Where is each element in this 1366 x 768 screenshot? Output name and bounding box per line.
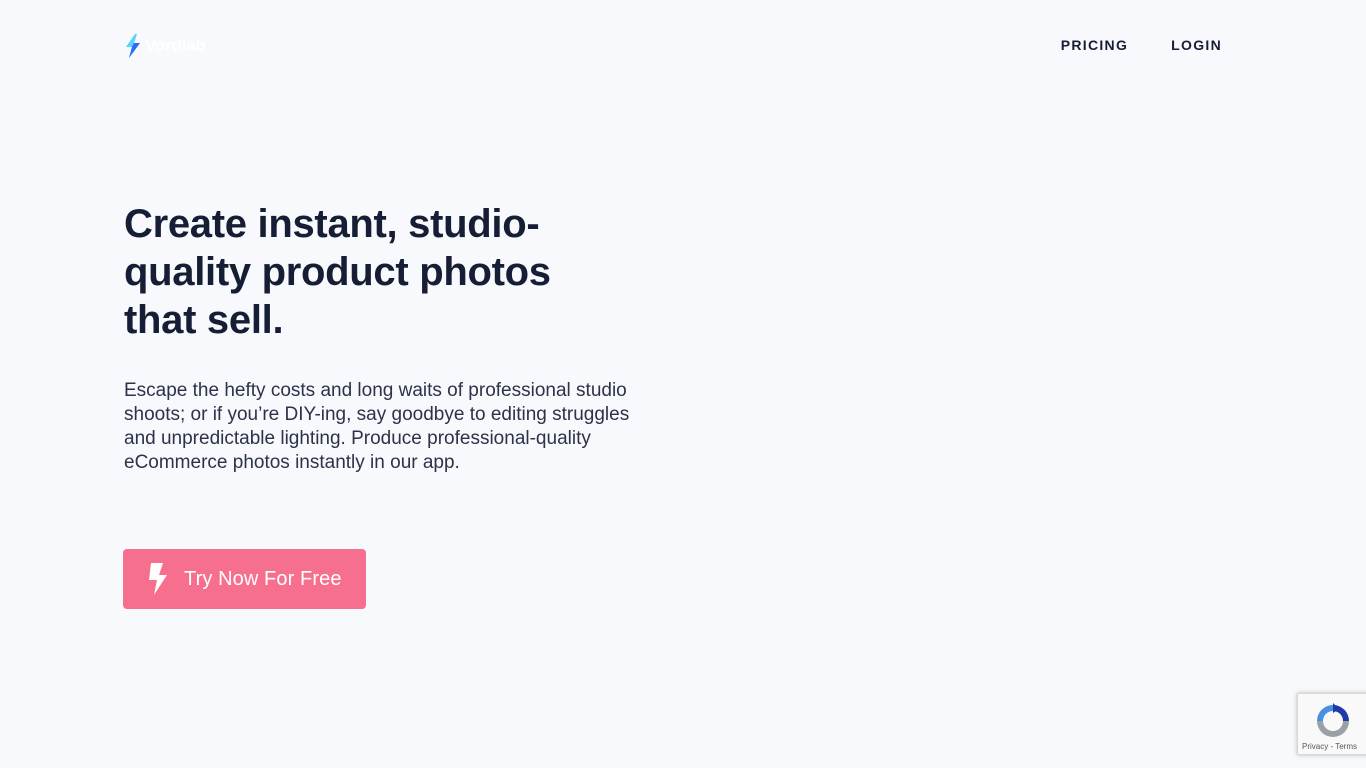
nav-pricing-link[interactable]: PRICING xyxy=(1061,36,1128,54)
try-now-label: Try Now For Free xyxy=(184,567,342,590)
recaptcha-privacy-link[interactable]: Privacy xyxy=(1302,742,1328,751)
recaptcha-badge[interactable]: Privacy - Terms xyxy=(1297,693,1366,755)
landing-page: Vordlab PRICING LOGIN Create instant, st… xyxy=(0,0,1366,768)
logo-text: Vordlab xyxy=(145,36,206,55)
nav-login-link[interactable]: LOGIN xyxy=(1171,36,1222,54)
lightning-bolt-icon xyxy=(126,34,140,58)
recaptcha-terms-link[interactable]: Terms xyxy=(1335,742,1357,751)
lightning-bolt-icon xyxy=(149,563,167,595)
hero-headline: Create instant, studio-quality product p… xyxy=(124,202,551,342)
hero-description: Escape the hefty costs and long waits of… xyxy=(124,380,630,473)
try-now-button[interactable]: Try Now For Free xyxy=(123,549,366,609)
top-navigation: PRICING LOGIN xyxy=(1061,36,1222,54)
logo-link[interactable]: Vordlab xyxy=(124,34,206,58)
recaptcha-icon xyxy=(1317,703,1349,737)
recaptcha-links: Privacy - Terms xyxy=(1302,742,1357,751)
